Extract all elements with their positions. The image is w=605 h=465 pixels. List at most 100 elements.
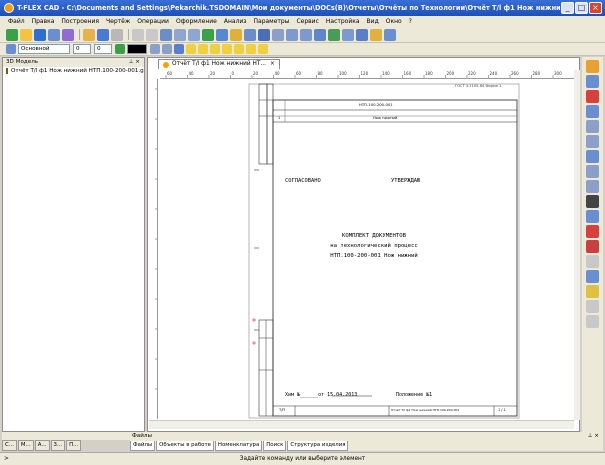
sketch-icon[interactable] xyxy=(230,28,242,41)
menu-edit[interactable]: Правка xyxy=(32,18,55,25)
tool-icon[interactable] xyxy=(586,300,599,313)
table-icon[interactable] xyxy=(286,28,298,41)
report-icon[interactable] xyxy=(370,28,382,41)
menu-construct[interactable]: Построения xyxy=(61,18,99,25)
page-icon[interactable] xyxy=(586,210,599,223)
line-width-icon[interactable] xyxy=(162,44,172,54)
redraw-icon[interactable] xyxy=(586,180,599,193)
files-panel: Файлы ⊥ × Файлы Объекты в работе Номенкл… xyxy=(130,432,603,451)
hatch-icon[interactable] xyxy=(272,28,284,41)
window-icon[interactable] xyxy=(48,28,60,41)
separator xyxy=(79,29,80,40)
view-icon[interactable] xyxy=(314,28,326,41)
zoom-window-icon[interactable] xyxy=(586,75,599,88)
grid-icon[interactable] xyxy=(328,28,340,41)
folder-icon[interactable] xyxy=(586,285,599,298)
line-type-icon[interactable] xyxy=(150,44,160,54)
dimension-icon[interactable] xyxy=(244,28,256,41)
snap-end-icon[interactable] xyxy=(198,44,208,54)
image-icon[interactable] xyxy=(342,28,354,41)
new-file-icon[interactable] xyxy=(20,28,32,41)
open-icon[interactable] xyxy=(83,28,95,41)
menu-drawing[interactable]: Чертёж xyxy=(106,18,130,25)
save-icon[interactable] xyxy=(97,28,109,41)
snap-intersect-icon[interactable] xyxy=(246,44,256,54)
menu-settings[interactable]: Настройка xyxy=(326,18,360,25)
menu-view[interactable]: Вид xyxy=(367,18,379,25)
menu-file[interactable]: Файл xyxy=(8,18,25,25)
maximize-button[interactable]: □ xyxy=(575,2,588,14)
check-icon[interactable] xyxy=(6,28,18,41)
text-icon[interactable] xyxy=(258,28,270,41)
level-select[interactable]: 0 xyxy=(73,44,91,54)
menu-design[interactable]: Оформление xyxy=(176,18,217,25)
close-button[interactable]: × xyxy=(589,2,602,14)
3d-icon[interactable] xyxy=(34,28,46,41)
left-panel-scrollbar[interactable] xyxy=(2,432,145,440)
left-tab-3[interactable]: А... xyxy=(34,440,50,451)
measure-icon[interactable] xyxy=(356,28,368,41)
files-panel-close[interactable]: ⊥ × xyxy=(588,432,599,441)
drawing-canvas[interactable]: ГОСТ 3.1105-84 Форма 1 НТП.100-200-001 1… xyxy=(159,80,574,419)
line-icon[interactable] xyxy=(160,28,172,41)
circle-icon[interactable] xyxy=(174,28,186,41)
snap-center-icon[interactable] xyxy=(222,44,232,54)
ruler-label: 240 xyxy=(490,71,498,76)
snap-icon[interactable] xyxy=(174,44,184,54)
color-icon[interactable] xyxy=(115,44,125,54)
left-tab-4[interactable]: 3... xyxy=(50,440,66,451)
options-icon[interactable] xyxy=(384,28,396,41)
redo-icon[interactable] xyxy=(146,28,158,41)
snap-tangent-icon[interactable] xyxy=(234,44,244,54)
layers-icon[interactable] xyxy=(586,270,599,283)
document-tab[interactable]: Отчёт Т/l ф1 Нож нижний НТ... × xyxy=(158,59,280,69)
panel-pin-close[interactable]: ⊥ × xyxy=(129,58,140,67)
menu-parameters[interactable]: Параметры xyxy=(254,18,290,25)
zoom-all-icon[interactable] xyxy=(586,60,599,73)
magnifier-icon[interactable] xyxy=(586,165,599,178)
ruler-label: 60 xyxy=(296,71,302,76)
menu-service[interactable]: Сервис xyxy=(296,18,318,25)
select-icon[interactable] xyxy=(586,195,599,208)
zoom-in-icon[interactable] xyxy=(586,120,599,133)
priority-select[interactable]: 0 xyxy=(94,44,112,54)
menu-help[interactable]: ? xyxy=(409,18,412,25)
left-tab-2[interactable]: М... xyxy=(17,440,34,451)
tab-objects-in-work[interactable]: Объекты в работе xyxy=(156,441,214,451)
graphic-line-icon[interactable] xyxy=(216,28,228,41)
pan-icon[interactable] xyxy=(586,105,599,118)
snap-mid-icon[interactable] xyxy=(210,44,220,54)
zoom-prev-icon[interactable] xyxy=(586,150,599,163)
tab-files[interactable]: Файлы xyxy=(130,441,156,451)
horizontal-scrollbar[interactable] xyxy=(149,420,574,429)
layer-select[interactable]: Основной xyxy=(18,44,70,54)
node-icon[interactable] xyxy=(202,28,214,41)
snap-perp-icon[interactable] xyxy=(258,44,268,54)
arc-icon[interactable] xyxy=(188,28,200,41)
zoom-out-icon[interactable] xyxy=(586,135,599,148)
vertical-scrollbar[interactable] xyxy=(574,70,580,420)
minimize-button[interactable]: _ xyxy=(561,2,574,14)
highlight-icon[interactable] xyxy=(586,240,599,253)
fragment-icon[interactable] xyxy=(300,28,312,41)
menu-operations[interactable]: Операции xyxy=(137,18,169,25)
properties-icon[interactable] xyxy=(62,28,74,41)
tab-search[interactable]: Поиск xyxy=(263,441,287,451)
tab-product-structure[interactable]: Структура изделия xyxy=(287,441,349,451)
left-tab-5[interactable]: П... xyxy=(66,440,82,451)
color-select[interactable] xyxy=(127,44,147,54)
measure-tool-icon[interactable] xyxy=(586,255,599,268)
extra-icon[interactable] xyxy=(586,315,599,328)
tree-item-document[interactable]: Отчёт Т/l ф1 Нож нижний НТП.100-200-001.… xyxy=(3,67,144,75)
rotate-icon[interactable] xyxy=(586,90,599,103)
print-icon[interactable] xyxy=(111,28,123,41)
snap-node-icon[interactable] xyxy=(186,44,196,54)
menu-window[interactable]: Окно xyxy=(386,18,402,25)
undo-icon[interactable] xyxy=(132,28,144,41)
tab-nomenclature[interactable]: Номенклатура xyxy=(214,441,263,451)
menu-analysis[interactable]: Анализ xyxy=(224,18,247,25)
check-model-icon[interactable] xyxy=(586,225,599,238)
left-tab-1[interactable]: С... xyxy=(2,440,17,451)
files-panel-title: Файлы xyxy=(132,433,152,439)
document-tab-close[interactable]: × xyxy=(270,60,275,69)
